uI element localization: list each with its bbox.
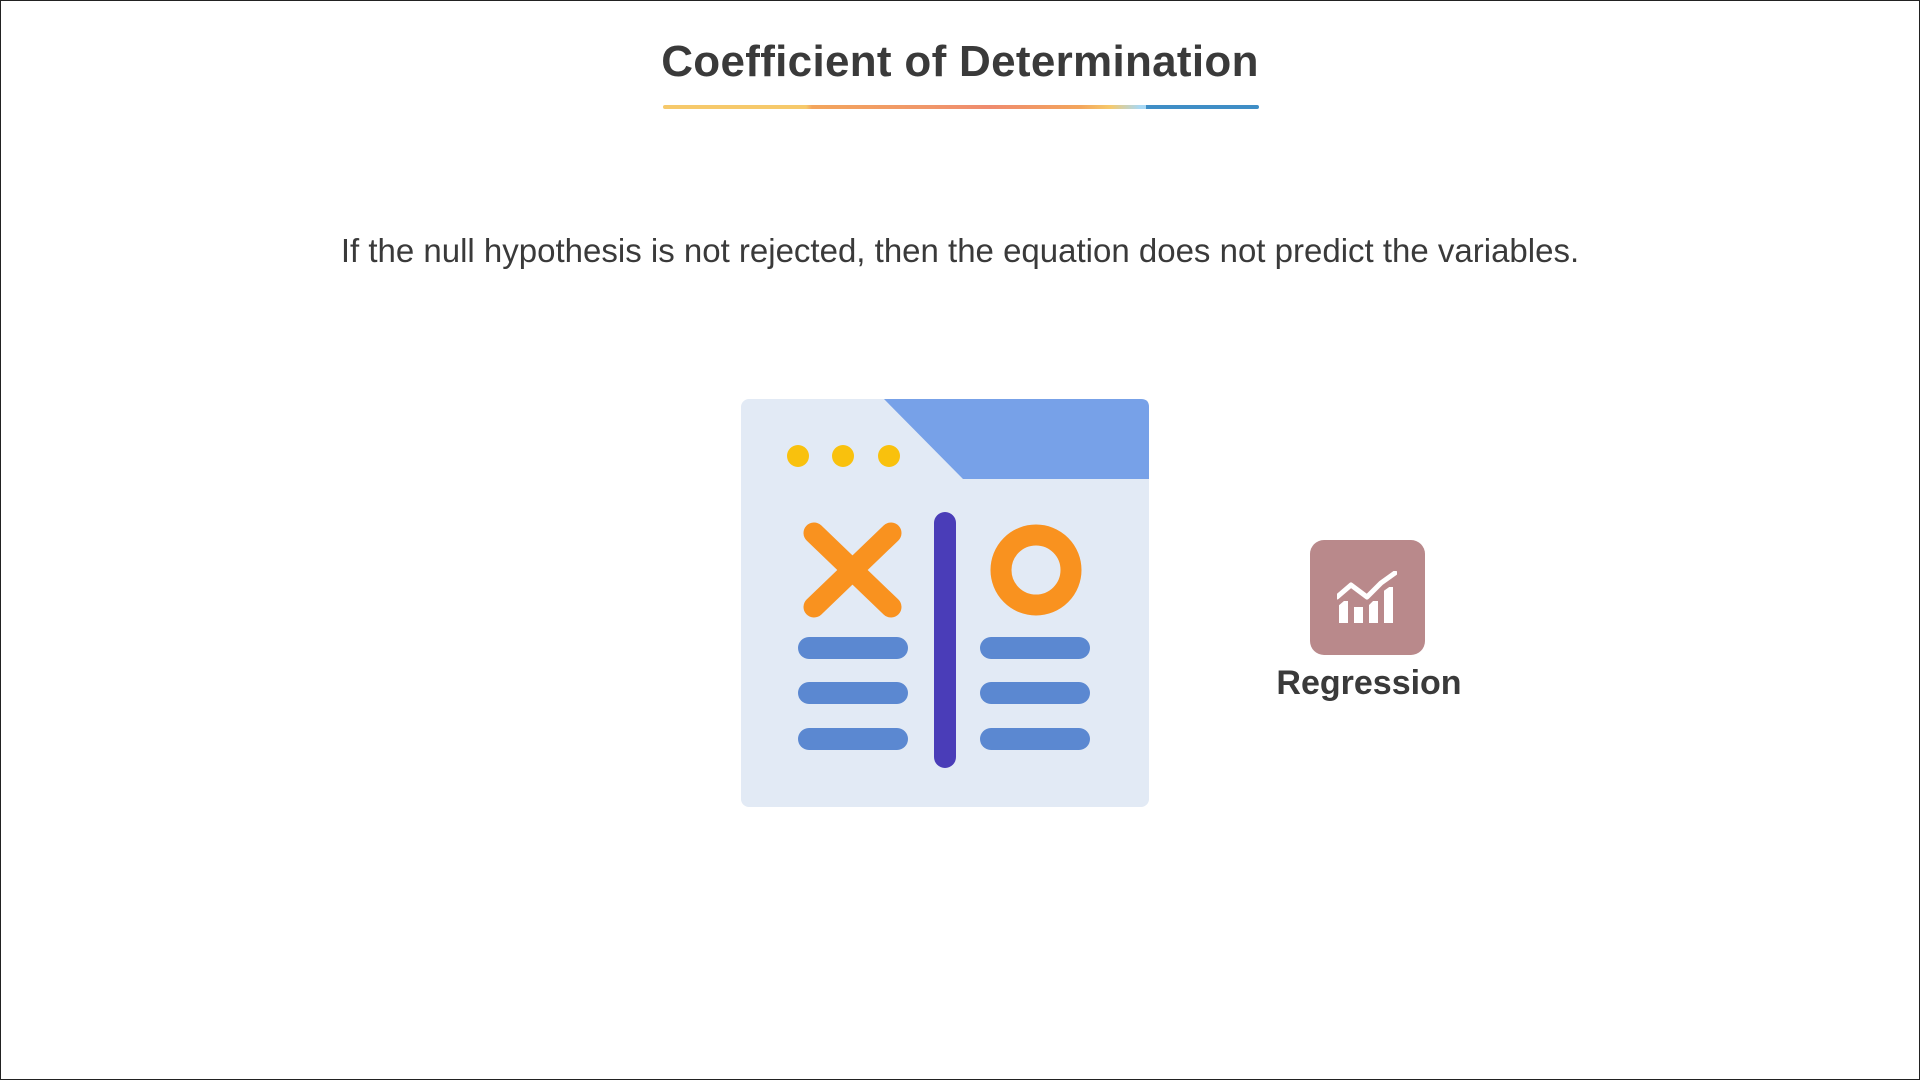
window-dot-2 bbox=[832, 445, 854, 467]
regression-badge[interactable] bbox=[1310, 540, 1425, 655]
statement-text: If the null hypothesis is not rejected, … bbox=[340, 232, 1580, 269]
window-dot-1 bbox=[787, 445, 809, 467]
slide-title: Coefficient of Determination bbox=[661, 37, 1259, 86]
tic-tac-toe-document-icon bbox=[741, 399, 1151, 809]
window-dot-3 bbox=[878, 445, 900, 467]
regression-chart-icon bbox=[1337, 571, 1397, 623]
regression-label: Regression bbox=[1276, 664, 1462, 702]
document-illustration-svg bbox=[741, 399, 1149, 807]
title-underline bbox=[663, 105, 1259, 109]
slide: Coefficient of Determination If the null… bbox=[0, 0, 1920, 1080]
